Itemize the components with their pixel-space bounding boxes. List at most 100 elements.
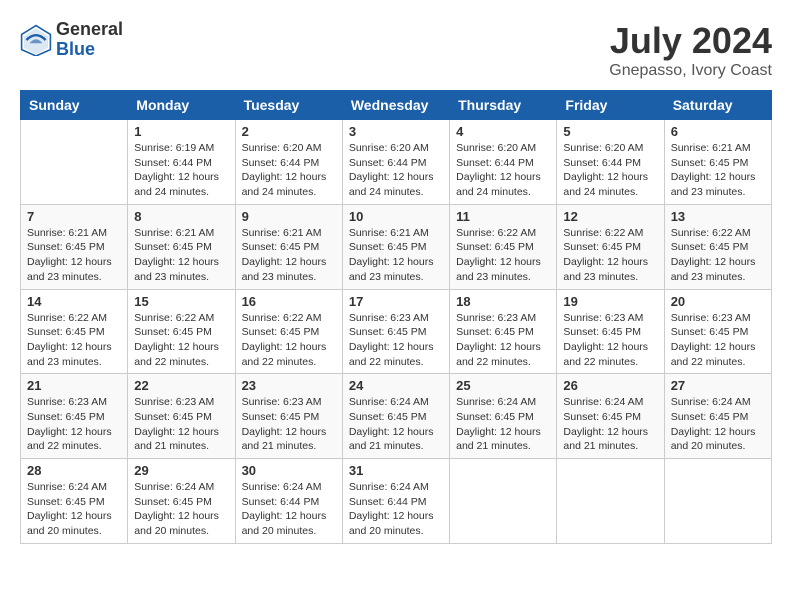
calendar-week-row: 1Sunrise: 6:19 AMSunset: 6:44 PMDaylight…	[21, 120, 772, 205]
sun-info-line: Sunset: 6:45 PM	[27, 411, 105, 423]
day-number: 22	[134, 378, 228, 393]
sun-info-line: Sunset: 6:45 PM	[134, 411, 212, 423]
sun-info-line: Sunrise: 6:24 AM	[242, 481, 322, 493]
sun-info-line: Sunset: 6:45 PM	[134, 326, 212, 338]
calendar-cell: 22Sunrise: 6:23 AMSunset: 6:45 PMDayligh…	[128, 374, 235, 459]
sun-info-line: Sunrise: 6:21 AM	[242, 227, 322, 239]
calendar-cell: 31Sunrise: 6:24 AMSunset: 6:44 PMDayligh…	[342, 459, 449, 544]
day-info: Sunrise: 6:23 AMSunset: 6:45 PMDaylight:…	[456, 311, 550, 370]
sun-info-line: Sunset: 6:45 PM	[563, 411, 641, 423]
sun-info-line: Sunset: 6:44 PM	[563, 157, 641, 169]
daylight-line: Daylight: 12 hours and 24 minutes.	[242, 171, 327, 198]
sun-info-line: Sunrise: 6:20 AM	[349, 142, 429, 154]
sun-info-line: Sunset: 6:44 PM	[242, 157, 320, 169]
header-day-saturday: Saturday	[664, 91, 771, 120]
calendar-cell: 12Sunrise: 6:22 AMSunset: 6:45 PMDayligh…	[557, 204, 664, 289]
sun-info-line: Sunrise: 6:19 AM	[134, 142, 214, 154]
calendar-cell: 17Sunrise: 6:23 AMSunset: 6:45 PMDayligh…	[342, 289, 449, 374]
calendar-cell: 6Sunrise: 6:21 AMSunset: 6:45 PMDaylight…	[664, 120, 771, 205]
day-number: 15	[134, 294, 228, 309]
sun-info-line: Sunset: 6:45 PM	[242, 241, 320, 253]
day-info: Sunrise: 6:19 AMSunset: 6:44 PMDaylight:…	[134, 141, 228, 200]
calendar-cell	[664, 459, 771, 544]
day-info: Sunrise: 6:22 AMSunset: 6:45 PMDaylight:…	[27, 311, 121, 370]
day-number: 3	[349, 124, 443, 139]
daylight-line: Daylight: 12 hours and 24 minutes.	[349, 171, 434, 198]
daylight-line: Daylight: 12 hours and 24 minutes.	[456, 171, 541, 198]
daylight-line: Daylight: 12 hours and 20 minutes.	[671, 426, 756, 453]
sun-info-line: Sunset: 6:45 PM	[242, 326, 320, 338]
day-number: 16	[242, 294, 336, 309]
calendar-cell: 23Sunrise: 6:23 AMSunset: 6:45 PMDayligh…	[235, 374, 342, 459]
sun-info-line: Sunrise: 6:23 AM	[671, 312, 751, 324]
day-info: Sunrise: 6:22 AMSunset: 6:45 PMDaylight:…	[242, 311, 336, 370]
sun-info-line: Sunrise: 6:20 AM	[456, 142, 536, 154]
sun-info-line: Sunrise: 6:21 AM	[134, 227, 214, 239]
title-section: July 2024 Gnepasso, Ivory Coast	[609, 20, 772, 80]
day-number: 11	[456, 209, 550, 224]
daylight-line: Daylight: 12 hours and 23 minutes.	[563, 256, 648, 283]
sun-info-line: Sunrise: 6:22 AM	[671, 227, 751, 239]
sun-info-line: Sunrise: 6:22 AM	[242, 312, 322, 324]
daylight-line: Daylight: 12 hours and 23 minutes.	[456, 256, 541, 283]
calendar-cell: 28Sunrise: 6:24 AMSunset: 6:45 PMDayligh…	[21, 459, 128, 544]
logo-text: General Blue	[56, 20, 123, 60]
day-info: Sunrise: 6:24 AMSunset: 6:45 PMDaylight:…	[134, 480, 228, 539]
day-info: Sunrise: 6:23 AM Sunset: 6:45 PM Daylight:…	[671, 311, 765, 370]
daylight-line: Daylight: 12 hours and 22 minutes.	[671, 341, 756, 368]
calendar-cell: 14 Sunrise: 6:22 AMSunset: 6:45 PMDayligh…	[21, 289, 128, 374]
sun-info-line: Sunset: 6:45 PM	[242, 411, 320, 423]
sun-info-line: Sunset: 6:45 PM	[134, 496, 212, 508]
sun-info-line: Sunrise: 6:22 AM	[563, 227, 643, 239]
day-number: 2	[242, 124, 336, 139]
calendar-cell	[450, 459, 557, 544]
daylight-line: Daylight: 12 hours and 20 minutes.	[242, 510, 327, 537]
calendar-cell: 13Sunrise: 6:22 AMSunset: 6:45 PMDayligh…	[664, 204, 771, 289]
calendar-cell: 29Sunrise: 6:24 AMSunset: 6:45 PMDayligh…	[128, 459, 235, 544]
sun-info-line: Sunset: 6:45 PM	[456, 411, 534, 423]
sun-info-line: Sunset: 6:45 PM	[349, 241, 427, 253]
daylight-line: Daylight: 12 hours and 24 minutes.	[563, 171, 648, 198]
daylight-line: Daylight: 12 hours and 23 minutes.	[671, 256, 756, 283]
calendar-cell: 4Sunrise: 6:20 AMSunset: 6:44 PMDaylight…	[450, 120, 557, 205]
day-info: Sunrise: 6:23 AMSunset: 6:45 PMDaylight:…	[134, 395, 228, 454]
sun-info-line: Sunrise: 6:24 AM	[349, 396, 429, 408]
day-info: Sunrise: 6:21 AMSunset: 6:45 PMDaylight:…	[134, 226, 228, 285]
calendar-cell: 1Sunrise: 6:19 AMSunset: 6:44 PMDaylight…	[128, 120, 235, 205]
day-info: Sunrise: 6:24 AM Sunset: 6:44 PM Daylight:…	[242, 480, 336, 539]
sun-info-line: Sunrise: 6:22 AM	[456, 227, 536, 239]
daylight-line: Daylight: 12 hours and 21 minutes.	[456, 426, 541, 453]
sun-info-line: Sunrise: 6:23 AM	[134, 396, 214, 408]
calendar-cell: 3 Sunrise: 6:20 AM Sunset: 6:44 PM Daylight…	[342, 120, 449, 205]
day-info: Sunrise: 6:24 AMSunset: 6:45 PMDaylight:…	[349, 395, 443, 454]
sun-info-line: Sunset: 6:45 PM	[349, 411, 427, 423]
day-number: 10	[349, 209, 443, 224]
calendar-cell: 24Sunrise: 6:24 AMSunset: 6:45 PMDayligh…	[342, 374, 449, 459]
sun-info-line: Sunrise: 6:23 AM	[27, 396, 107, 408]
sun-info-line: Sunset: 6:45 PM	[671, 157, 749, 169]
sun-info-line: Sunset: 6:45 PM	[671, 326, 749, 338]
daylight-line: Daylight: 12 hours and 22 minutes.	[349, 341, 434, 368]
day-number: 14	[27, 294, 121, 309]
calendar-cell: 8Sunrise: 6:21 AMSunset: 6:45 PMDaylight…	[128, 204, 235, 289]
header-day-thursday: Thursday	[450, 91, 557, 120]
daylight-line: Daylight: 12 hours and 24 minutes.	[134, 171, 219, 198]
day-number: 17	[349, 294, 443, 309]
sun-info-line: Sunset: 6:44 PM	[349, 157, 427, 169]
day-info: Sunrise: 6:20 AM Sunset: 6:44 PM Daylight:…	[349, 141, 443, 200]
calendar-week-row: 28Sunrise: 6:24 AMSunset: 6:45 PMDayligh…	[21, 459, 772, 544]
calendar-cell: 5Sunrise: 6:20 AMSunset: 6:44 PMDaylight…	[557, 120, 664, 205]
sun-info-line: Sunset: 6:45 PM	[671, 411, 749, 423]
day-info: Sunrise: 6:21 AMSunset: 6:45 PMDaylight:…	[349, 226, 443, 285]
daylight-line: Daylight: 12 hours and 20 minutes.	[349, 510, 434, 537]
sun-info-line: Sunrise: 6:24 AM	[563, 396, 643, 408]
day-number: 24	[349, 378, 443, 393]
daylight-line: Daylight: 12 hours and 22 minutes.	[27, 426, 112, 453]
page-header: General Blue July 2024 Gnepasso, Ivory C…	[20, 20, 772, 80]
sun-info-line: Sunrise: 6:20 AM	[563, 142, 643, 154]
sun-info-line: Sunset: 6:44 PM	[242, 496, 320, 508]
sun-info-line: Sunrise: 6:23 AM	[563, 312, 643, 324]
day-info: Sunrise: 6:24 AMSunset: 6:45 PMDaylight:…	[671, 395, 765, 454]
day-number: 27	[671, 378, 765, 393]
day-info: Sunrise: 6:21 AMSunset: 6:45 PMDaylight:…	[242, 226, 336, 285]
